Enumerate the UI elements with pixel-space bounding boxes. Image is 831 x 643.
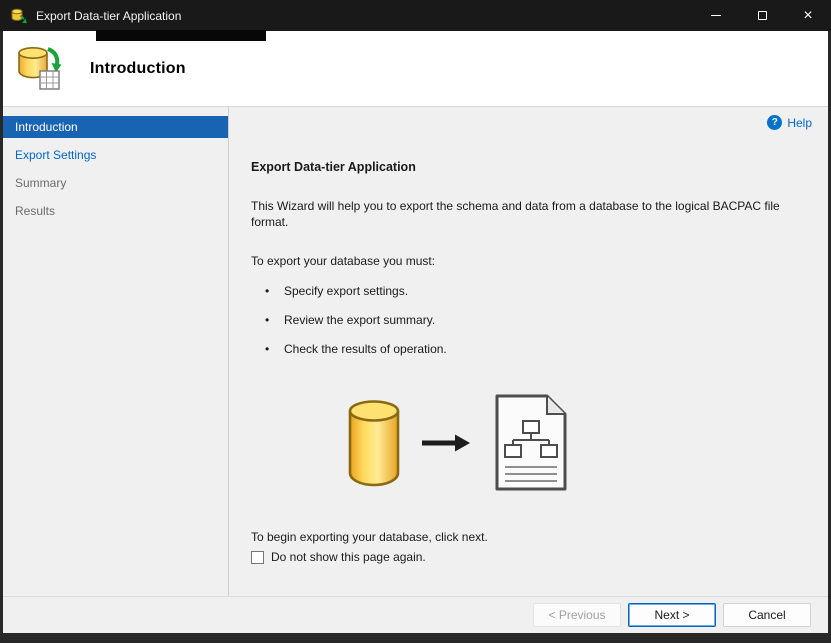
help-icon: ?	[767, 115, 783, 130]
wizard-header: Introduction	[3, 31, 828, 107]
requirements-label: To export your database you must:	[251, 254, 436, 268]
sidebar-item-introduction[interactable]: Introduction	[3, 116, 228, 138]
window-controls: ×	[693, 0, 831, 31]
export-data-tier-wizard-window: Export Data-tier Application × Introduct…	[0, 0, 831, 643]
next-button[interactable]: Next >	[628, 603, 716, 627]
page-title: Introduction	[90, 59, 186, 77]
content-heading: Export Data-tier Application	[251, 160, 416, 174]
database-cylinder-icon	[347, 399, 401, 490]
sidebar-item-label: Results	[15, 204, 56, 218]
dont-show-row: Do not show this page again.	[251, 550, 808, 564]
close-button[interactable]: ×	[785, 0, 831, 31]
wizard-frame: Introduction Introduction Export Setting…	[3, 31, 828, 633]
sidebar-item-results: Results	[3, 200, 228, 222]
bacpac-document-icon	[491, 394, 569, 494]
bullet-item: Check the results of operation.	[265, 342, 808, 356]
intro-text: This Wizard will help you to export the …	[251, 199, 780, 229]
cancel-button[interactable]: Cancel	[723, 603, 811, 627]
window-title: Export Data-tier Application	[36, 8, 182, 23]
wizard-steps-sidebar: Introduction Export Settings Summary Res…	[3, 107, 229, 596]
sidebar-item-summary: Summary	[3, 172, 228, 194]
wizard-body: Introduction Export Settings Summary Res…	[3, 107, 828, 596]
bullet-item: Specify export settings.	[265, 284, 808, 298]
maximize-icon	[757, 11, 767, 20]
wizard-header-icon	[15, 44, 62, 94]
help-link[interactable]: ? Help	[767, 115, 812, 130]
wizard-content: ? Help Export Data-tier Application This…	[229, 107, 828, 596]
export-graphic	[347, 394, 808, 494]
app-icon	[11, 8, 27, 24]
minimize-button[interactable]	[693, 0, 739, 31]
sidebar-item-export-settings[interactable]: Export Settings	[3, 144, 228, 166]
titlebar: Export Data-tier Application ×	[0, 0, 831, 31]
begin-text: To begin exporting your database, click …	[251, 530, 488, 544]
wizard-footer: < Previous Next > Cancel	[3, 596, 828, 633]
sidebar-item-label: Summary	[15, 176, 67, 190]
maximize-button[interactable]	[739, 0, 785, 31]
previous-button[interactable]: < Previous	[533, 603, 621, 627]
bullet-item: Review the export summary.	[265, 313, 808, 327]
sidebar-item-label: Introduction	[15, 120, 78, 134]
help-label: Help	[787, 115, 812, 130]
requirements-list: Specify export settings. Review the expo…	[265, 284, 808, 356]
dont-show-checkbox[interactable]	[251, 550, 264, 564]
titlebar-artifact	[96, 30, 266, 41]
sidebar-item-label: Export Settings	[15, 148, 97, 162]
minimize-icon	[711, 15, 721, 16]
dont-show-label[interactable]: Do not show this page again.	[271, 550, 426, 564]
close-icon: ×	[803, 6, 813, 24]
right-arrow-icon	[421, 432, 471, 457]
